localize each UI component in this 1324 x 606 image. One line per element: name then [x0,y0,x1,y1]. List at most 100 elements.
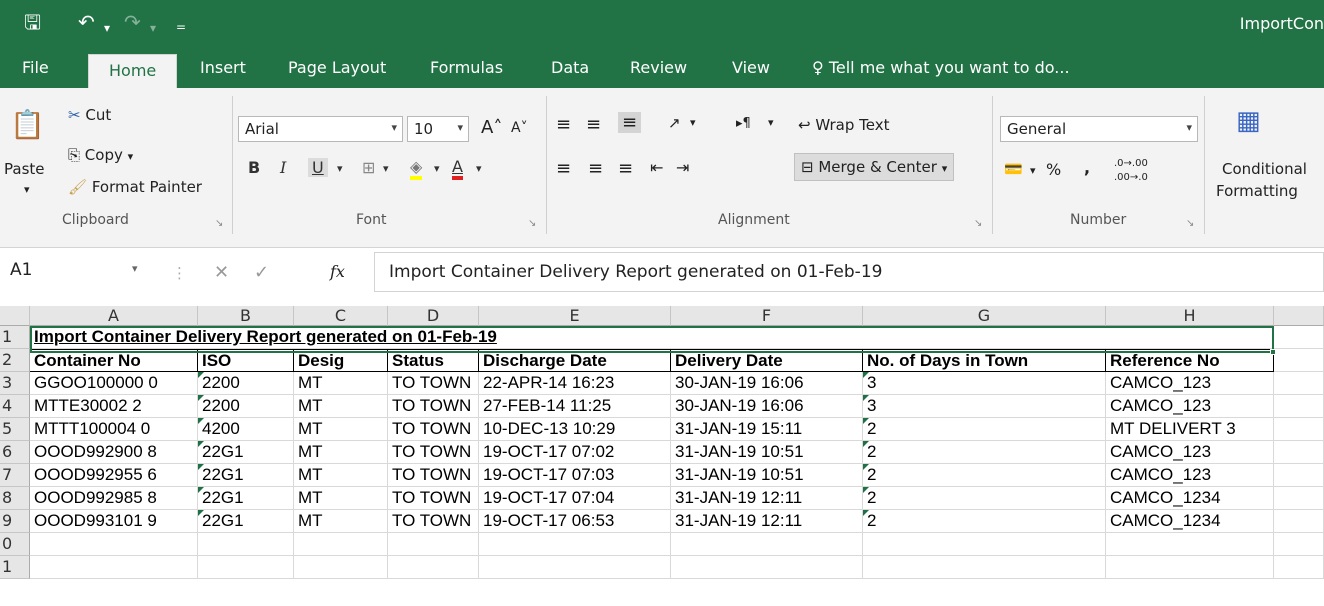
tab-file[interactable]: File [22,58,49,77]
data-cell[interactable]: MT [294,372,388,395]
row-header[interactable]: 9 [0,510,30,533]
empty-cell[interactable] [479,533,671,556]
align-right-icon[interactable]: ≡ [618,158,633,179]
number-launcher-icon[interactable]: ↘ [1186,218,1194,229]
undo-dropdown-icon[interactable]: ▾ [104,18,110,38]
font-color-button[interactable]: A [452,158,463,180]
shrink-font-button[interactable]: A˅ [511,120,528,136]
conditional-formatting-label-2[interactable]: Formatting [1216,182,1298,200]
data-cell[interactable]: 2 [863,418,1106,441]
fill-color-icon[interactable]: ◈ [410,158,423,180]
italic-button[interactable]: I [280,158,286,177]
column-header[interactable]: F [671,306,863,326]
align-center-icon[interactable]: ≡ [588,158,603,179]
data-cell[interactable]: MTTT100004 0 [30,418,198,441]
data-cell[interactable]: 2 [863,441,1106,464]
header-cell[interactable]: Status [388,349,479,372]
data-cell[interactable]: TO TOWN [388,418,479,441]
row-header[interactable]: 8 [0,487,30,510]
comma-style-button[interactable]: , [1084,158,1090,177]
data-cell[interactable]: 3 [863,372,1106,395]
row-header[interactable]: 6 [0,441,30,464]
data-cell[interactable]: OOOD992900 8 [30,441,198,464]
data-cell[interactable]: 27-FEB-14 11:25 [479,395,671,418]
fill-color-dropdown-icon[interactable]: ▾ [434,162,440,175]
data-cell[interactable]: CAMCO_123 [1106,464,1274,487]
data-cell[interactable]: 19-OCT-17 06:53 [479,510,671,533]
data-cell[interactable]: 31-JAN-19 10:51 [671,441,863,464]
empty-cell[interactable] [1274,556,1324,579]
column-header[interactable]: E [479,306,671,326]
empty-cell[interactable] [479,556,671,579]
tab-insert[interactable]: Insert [200,58,246,77]
wrap-text-button[interactable]: ↩ Wrap Text [798,116,890,134]
data-cell[interactable]: 22G1 [198,510,294,533]
data-cell[interactable]: 19-OCT-17 07:03 [479,464,671,487]
tab-data[interactable]: Data [551,58,589,77]
empty-cell[interactable] [1274,441,1324,464]
data-cell[interactable]: 31-JAN-19 10:51 [671,464,863,487]
header-cell[interactable]: Container No [30,349,198,372]
empty-cell[interactable] [294,533,388,556]
empty-cell[interactable] [863,556,1106,579]
tab-review[interactable]: Review [630,58,687,77]
empty-cell[interactable] [1274,372,1324,395]
header-cell[interactable]: Desig [294,349,388,372]
accounting-format-icon[interactable]: 💳 [1004,160,1023,178]
decrease-indent-icon[interactable]: ⇤ [650,158,663,177]
data-cell[interactable]: 2200 [198,395,294,418]
data-cell[interactable]: 2 [863,464,1106,487]
font-color-dropdown-icon[interactable]: ▾ [476,162,482,175]
data-cell[interactable]: 30-JAN-19 16:06 [671,395,863,418]
data-cell[interactable]: TO TOWN [388,487,479,510]
paragraph-direction-icon[interactable]: ▸¶ [736,116,751,131]
row-header[interactable]: 0 [0,533,30,556]
conditional-formatting-button[interactable]: Conditional [1222,160,1307,178]
header-cell[interactable]: Delivery Date [671,349,863,372]
column-header[interactable]: D [388,306,479,326]
empty-cell[interactable] [198,556,294,579]
data-cell[interactable]: OOOD993101 9 [30,510,198,533]
increase-indent-icon[interactable]: ⇥ [676,158,689,177]
empty-cell[interactable] [1274,487,1324,510]
empty-cell[interactable] [198,533,294,556]
clipboard-launcher-icon[interactable]: ↘ [215,218,223,229]
row-header[interactable]: 4 [0,395,30,418]
data-cell[interactable]: 30-JAN-19 16:06 [671,372,863,395]
data-cell[interactable]: CAMCO_1234 [1106,510,1274,533]
data-cell[interactable]: 31-JAN-19 12:11 [671,510,863,533]
formula-input[interactable]: Import Container Delivery Report generat… [374,252,1324,292]
orientation-dropdown-icon[interactable]: ▾ [690,116,696,129]
align-top-icon[interactable]: ≡ [556,114,571,135]
data-cell[interactable]: TO TOWN [388,510,479,533]
data-cell[interactable]: TO TOWN [388,372,479,395]
column-header-extra[interactable] [1274,306,1324,326]
empty-cell[interactable] [671,533,863,556]
copy-button[interactable]: ⎘ Copy ▾ [68,146,133,164]
data-cell[interactable]: 19-OCT-17 07:04 [479,487,671,510]
cut-button[interactable]: ✂ Cut [68,106,111,124]
increase-decimal-button[interactable]: .0→.00 [1114,158,1148,169]
borders-dropdown-icon[interactable]: ▾ [383,162,389,175]
direction-dropdown-icon[interactable]: ▾ [768,116,774,129]
empty-cell[interactable] [863,533,1106,556]
data-cell[interactable]: MTTE30002 2 [30,395,198,418]
data-cell[interactable]: 3 [863,395,1106,418]
format-painter-button[interactable]: 🖌 Format Painter [68,178,202,196]
redo-icon[interactable]: ↷ [124,12,141,32]
select-all-corner[interactable] [0,306,30,326]
row-header[interactable]: 7 [0,464,30,487]
data-cell[interactable]: 19-OCT-17 07:02 [479,441,671,464]
data-cell[interactable]: MT [294,441,388,464]
data-cell[interactable]: MT DELIVERT 3 [1106,418,1274,441]
tell-me-box[interactable]: ♀ Tell me what you want to do... [812,58,1070,77]
name-box[interactable]: A1 ▾ [10,260,160,288]
header-cell[interactable]: Reference No [1106,349,1274,372]
tab-home[interactable]: Home [88,54,178,88]
header-cell[interactable]: Discharge Date [479,349,671,372]
data-cell[interactable]: CAMCO_123 [1106,441,1274,464]
data-cell[interactable]: GGOO100000 0 [30,372,198,395]
data-cell[interactable]: TO TOWN [388,441,479,464]
header-cell[interactable]: ISO [198,349,294,372]
customize-qat-icon[interactable]: = [176,17,186,37]
